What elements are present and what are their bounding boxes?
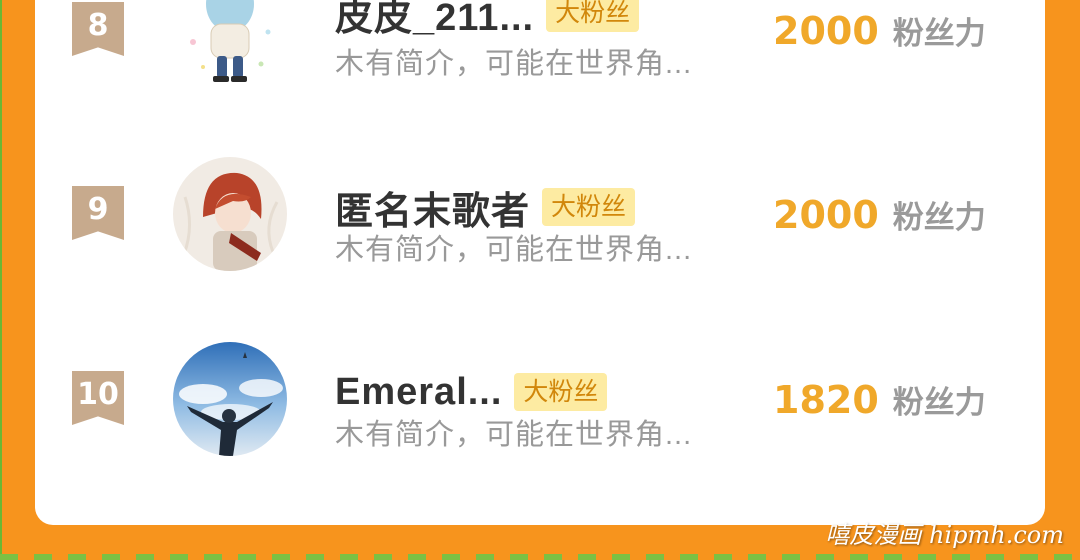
ranking-row[interactable]: 10 Emeral... 大粉丝 木有简介，可能在世界角... 1820 粉丝力 bbox=[35, 339, 1045, 469]
avatar-illustrated-child-icon bbox=[173, 0, 287, 86]
user-name[interactable]: Emeral... bbox=[335, 371, 502, 414]
bottom-decorative-stripe bbox=[0, 554, 1080, 560]
fan-level-badge: 大粉丝 bbox=[546, 0, 640, 32]
score-unit: 粉丝力 bbox=[892, 16, 986, 51]
user-avatar[interactable] bbox=[173, 342, 287, 456]
score-value: 2000 bbox=[773, 9, 879, 53]
fan-score: 2000 粉丝力 bbox=[773, 8, 986, 53]
fan-ranking-screen: 8 皮皮_211... 大粉丝 木有简介，可能在世界角... 2000 粉丝力 … bbox=[0, 0, 1080, 560]
avatar-red-haired-character-icon bbox=[173, 157, 287, 271]
left-edge-stripe bbox=[0, 0, 2, 560]
avatar-sky-figure-icon bbox=[173, 342, 287, 456]
score-unit: 粉丝力 bbox=[892, 200, 986, 235]
score-value: 1820 bbox=[773, 378, 879, 422]
score-value: 2000 bbox=[773, 193, 879, 237]
user-name-line: Emeral... 大粉丝 bbox=[335, 369, 608, 415]
fan-score: 1820 粉丝力 bbox=[773, 377, 986, 422]
rank-badge-icon: 8 bbox=[72, 2, 124, 56]
fan-level-badge: 大粉丝 bbox=[542, 188, 636, 226]
user-description: 木有简介，可能在世界角... bbox=[335, 48, 693, 80]
site-watermark: 嘻皮漫画 hipmh.com bbox=[825, 521, 1064, 549]
rank-badge-icon: 10 bbox=[72, 371, 124, 425]
ranking-card: 8 皮皮_211... 大粉丝 木有简介，可能在世界角... 2000 粉丝力 … bbox=[35, 0, 1045, 525]
user-avatar[interactable] bbox=[173, 0, 287, 86]
rank-number: 9 bbox=[87, 192, 109, 227]
fan-score: 2000 粉丝力 bbox=[773, 192, 986, 237]
rank-badge-icon: 9 bbox=[72, 186, 124, 240]
user-avatar[interactable] bbox=[173, 157, 287, 271]
user-name-line: 匿名末歌者 大粉丝 bbox=[335, 184, 636, 233]
rank-number: 8 bbox=[87, 8, 109, 43]
ranking-row[interactable]: 8 皮皮_211... 大粉丝 木有简介，可能在世界角... 2000 粉丝力 bbox=[35, 0, 1045, 100]
ranking-row[interactable]: 9 匿名末歌者 大粉丝 木有简介，可能在世界角... 2000 粉丝力 bbox=[35, 154, 1045, 284]
fan-level-badge: 大粉丝 bbox=[514, 373, 608, 411]
user-description: 木有简介，可能在世界角... bbox=[335, 419, 693, 451]
user-name-line: 皮皮_211... 大粉丝 bbox=[335, 0, 640, 39]
user-name[interactable]: 皮皮_211... bbox=[335, 0, 534, 41]
score-unit: 粉丝力 bbox=[892, 385, 986, 420]
user-description: 木有简介，可能在世界角... bbox=[335, 234, 693, 266]
rank-number: 10 bbox=[77, 377, 119, 412]
